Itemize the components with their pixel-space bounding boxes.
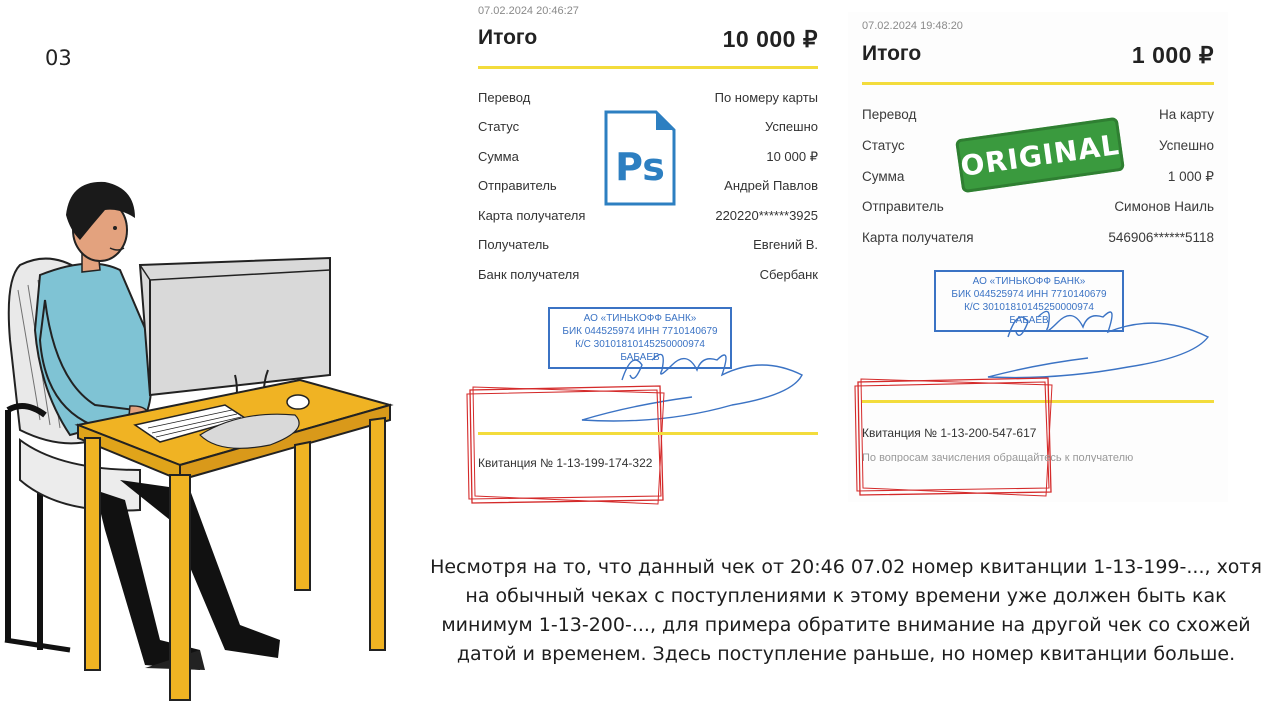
receipt-row-value: Сбербанк <box>759 267 818 282</box>
receipt-row-label: Отправитель <box>478 178 557 193</box>
person-at-computer-illustration <box>4 181 394 701</box>
receipt-divider <box>862 82 1214 85</box>
receipt-number: Квитанция № 1-13-200-547-617 <box>862 426 1037 440</box>
receipt-row-label: Сумма <box>478 149 519 164</box>
receipt-row-label: Карта получателя <box>862 230 974 245</box>
receipt-row-value: По номеру карты <box>714 90 818 105</box>
receipt-datetime: 07.02.2024 20:46:27 <box>478 5 579 17</box>
receipt-row-value: Успешно <box>765 119 818 134</box>
stamp-line: АО «ТИНЬКОФФ БАНК» <box>583 313 697 324</box>
receipt-row-label: Банк получателя <box>478 267 580 282</box>
photoshop-file-icon: Ps <box>604 110 676 206</box>
receipt-row-value: Успешно <box>1158 138 1214 153</box>
receipt-row-value: 1 000 ₽ <box>1167 169 1214 184</box>
receipt-total-label: Итого <box>478 26 538 49</box>
receipt-row-label: Статус <box>862 138 905 153</box>
slide-number: 03 <box>45 46 72 70</box>
receipt-row-label: Отправитель <box>862 199 944 214</box>
receipt-divider <box>478 66 818 69</box>
receipt-total-amount: 10 000 ₽ <box>722 26 818 52</box>
receipt-divider <box>478 432 818 435</box>
receipt-row-label: Статус <box>478 119 520 134</box>
receipt-row-value: Симонов Наиль <box>1114 199 1214 214</box>
receipt-row-value: Евгений В. <box>753 237 818 252</box>
highlight-box <box>466 385 665 505</box>
receipt-row-value: 10 000 ₽ <box>766 149 818 164</box>
receipt-row-value: 546906******5118 <box>1108 230 1214 245</box>
receipt-row-value: 220220******3925 <box>715 208 818 223</box>
receipt-footer-note: По вопросам зачисления обращайтесь к пол… <box>862 452 1134 462</box>
receipt-row-label: Получатель <box>478 237 550 252</box>
receipt-left: 07.02.2024 20:46:27 Итого 10 000 ₽ Перев… <box>462 0 832 510</box>
receipt-row-label: Перевод <box>862 107 917 122</box>
mouse <box>286 394 310 410</box>
chair-frame <box>5 403 47 650</box>
ps-icon-text: Ps <box>615 145 665 189</box>
receipt-total-label: Итого <box>862 42 922 65</box>
receipt-row-value: Андрей Павлов <box>724 178 818 193</box>
receipt-row-label: Сумма <box>862 169 905 184</box>
signature <box>987 310 1210 379</box>
receipt-row-value: На карту <box>1158 107 1214 122</box>
receipt-right: 07.02.2024 19:48:20 Итого 1 000 ₽ Перево… <box>848 12 1228 502</box>
receipt-row-label: Перевод <box>478 90 531 105</box>
receipt-datetime: 07.02.2024 19:48:20 <box>862 20 963 32</box>
receipt-row-label: Карта получателя <box>478 208 586 223</box>
caption-text: Несмотря на то, что данный чек от 20:46 … <box>430 556 1262 665</box>
receipt-total-amount: 1 000 ₽ <box>1131 42 1214 68</box>
desk-leg <box>84 437 101 671</box>
stamp-line: АО «ТИНЬКОФФ БАНК» <box>972 276 1086 287</box>
receipt-number: Квитанция № 1-13-199-174-322 <box>478 456 653 470</box>
